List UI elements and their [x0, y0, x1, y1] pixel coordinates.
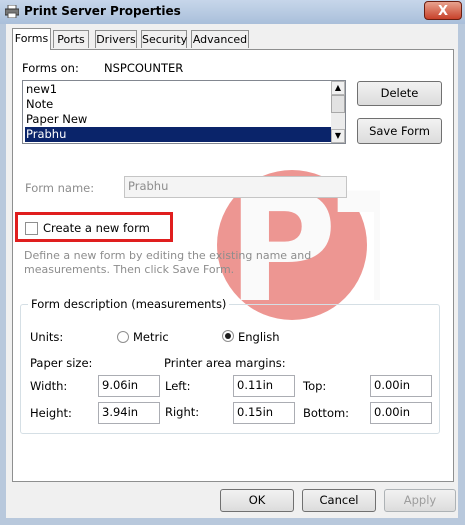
- delete-button[interactable]: Delete: [357, 81, 442, 106]
- tab-ports[interactable]: Ports: [53, 30, 89, 48]
- list-item[interactable]: new1: [25, 82, 332, 97]
- scroll-up-icon[interactable]: ▲: [331, 81, 345, 95]
- scroll-down-icon[interactable]: ▼: [331, 129, 345, 143]
- metric-label[interactable]: Metric: [133, 330, 169, 344]
- right-margin-label: Right:: [165, 405, 200, 419]
- units-label: Units:: [30, 330, 64, 344]
- tab-advanced[interactable]: Advanced: [191, 30, 249, 48]
- list-item-selected[interactable]: Prabhu: [25, 127, 332, 142]
- forms-on-label: Forms on:: [22, 61, 79, 75]
- left-margin-field[interactable]: 0.11in: [233, 375, 295, 397]
- tab-drivers[interactable]: Drivers: [95, 30, 137, 48]
- width-label: Width:: [30, 379, 68, 393]
- window-title: Print Server Properties: [24, 4, 181, 18]
- save-form-button[interactable]: Save Form: [357, 118, 442, 144]
- top-margin-label: Top:: [303, 379, 327, 393]
- create-new-form-label[interactable]: Create a new form: [43, 221, 150, 235]
- height-field[interactable]: 3.94in: [98, 402, 160, 424]
- scroll-thumb[interactable]: [331, 95, 345, 113]
- radio-selected-dot: [225, 333, 231, 339]
- paper-size-label: Paper size:: [30, 356, 93, 370]
- close-button[interactable]: X: [424, 1, 462, 20]
- top-margin-field[interactable]: 0.00in: [370, 375, 432, 397]
- help-text-line1: Define a new form by editing the existin…: [24, 249, 312, 262]
- form-description-title: Form description (measurements): [28, 297, 230, 311]
- bottom-margin-field[interactable]: 0.00in: [370, 402, 432, 424]
- cancel-button[interactable]: Cancel: [302, 489, 376, 512]
- height-label: Height:: [30, 406, 72, 420]
- form-name-label: Form name:: [25, 181, 95, 195]
- server-name: NSPCOUNTER: [104, 61, 184, 75]
- apply-button[interactable]: Apply: [384, 489, 456, 512]
- form-name-field[interactable]: Prabhu: [124, 176, 347, 198]
- right-margin-field[interactable]: 0.15in: [233, 402, 295, 424]
- list-scrollbar[interactable]: ▲ ▼: [331, 81, 345, 143]
- left-margin-label: Left:: [165, 379, 191, 393]
- list-item[interactable]: Paper New: [25, 112, 332, 127]
- metric-radio[interactable]: [117, 331, 129, 343]
- tab-security[interactable]: Security: [141, 30, 187, 48]
- list-item[interactable]: Note: [25, 97, 332, 112]
- english-label[interactable]: English: [238, 330, 280, 344]
- printer-icon: [5, 5, 19, 18]
- ok-button[interactable]: OK: [220, 489, 294, 512]
- forms-list[interactable]: new1 Note Paper New Prabhu ▲ ▼: [22, 80, 346, 144]
- bottom-margin-label: Bottom:: [303, 406, 350, 420]
- tab-forms[interactable]: Forms: [12, 28, 51, 50]
- width-field[interactable]: 9.06in: [98, 375, 160, 397]
- printer-margins-label: Printer area margins:: [164, 356, 286, 370]
- create-new-form-checkbox[interactable]: [25, 222, 38, 235]
- help-text-line2: measurements. Then click Save Form.: [24, 263, 235, 276]
